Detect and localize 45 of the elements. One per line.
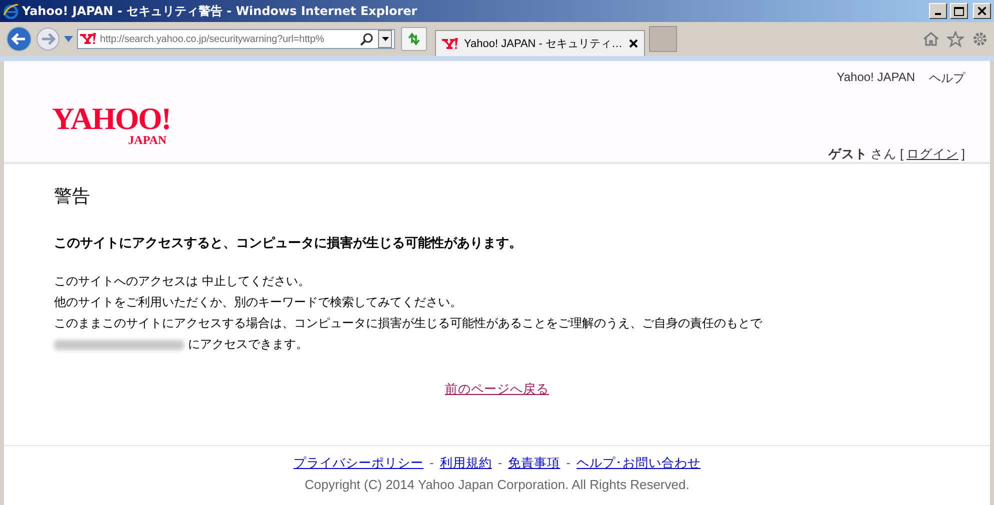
minimize-button[interactable] <box>929 3 947 19</box>
footer-link[interactable]: 免責事項 <box>508 455 560 472</box>
refresh-icon[interactable] <box>407 32 421 46</box>
header-link[interactable]: ヘルプ <box>929 70 965 87</box>
dropdown-arrow-icon[interactable] <box>64 36 73 42</box>
home-icon[interactable] <box>923 31 939 47</box>
bracket-text: ] <box>962 147 965 161</box>
back-button[interactable] <box>6 26 32 52</box>
site-logo-icon <box>442 38 458 50</box>
window-title: Yahoo! JAPAN - セキュリティ警告 - Windows Internet Explorer <box>22 2 418 20</box>
body-text: にアクセスできます。 <box>188 336 308 353</box>
close-icon[interactable] <box>978 7 986 15</box>
back-link[interactable]: 前のページへ戻る <box>445 381 549 398</box>
separator-text: - <box>566 455 571 470</box>
refresh-button[interactable] <box>401 27 427 51</box>
caret-icon[interactable] <box>382 37 388 41</box>
browser-tab[interactable]: Yahoo! JAPAN - セキュリティ… <box>435 30 645 56</box>
browser-logo-icon <box>3 3 19 19</box>
address-bar[interactable]: http://search.yahoo.co.jp/securitywarning?url=http% <box>77 29 395 49</box>
body-text: このままこのサイトにアクセスする場合は、コンピュータに損害が生じる可能性があることをご理解のうえ、ご自身の責任のもとで <box>54 315 764 332</box>
login-link[interactable]: ログイン <box>906 146 959 163</box>
user-suffix: さん [ <box>870 146 904 163</box>
address-url: http://search.yahoo.co.jp/securitywarning?url=http% <box>100 34 326 44</box>
footer-link[interactable]: ヘルプ･お問い合わせ <box>576 455 701 472</box>
warning-heading: このサイトにアクセスすると、コンピュータに損害が生じる可能性があります。 <box>54 234 523 252</box>
copyright-text: Copyright (C) 2014 Yahoo Japan Corporation. All Rights Reserved. <box>304 477 690 492</box>
footer-link[interactable]: 利用規約 <box>440 455 492 472</box>
user-name: ゲスト <box>828 146 868 163</box>
header-link[interactable]: Yahoo! JAPAN <box>836 70 915 87</box>
page-title: 警告 <box>54 185 91 208</box>
separator-text: - <box>429 455 434 470</box>
yahoo-japan-logo[interactable]: YAHOO! JAPAN <box>52 103 171 146</box>
address-dropdown-button[interactable] <box>378 30 392 48</box>
body-text: このサイトへのアクセスは 中止してください。 <box>54 273 311 290</box>
close-button[interactable] <box>973 3 991 19</box>
search-icon[interactable] <box>360 32 374 46</box>
separator-text: - <box>498 455 502 470</box>
settings-icon[interactable] <box>972 31 988 47</box>
footer-link[interactable]: プライバシーポリシー <box>293 455 424 472</box>
close-icon[interactable] <box>628 39 638 48</box>
site-logo-icon <box>80 33 96 45</box>
maximize-button[interactable] <box>950 3 968 19</box>
star-icon[interactable] <box>947 30 964 48</box>
body-text: 他のサイトをご利用いただくか、別のキーワードで検索してみてください。 <box>54 294 463 311</box>
maximize-icon[interactable] <box>954 6 964 16</box>
